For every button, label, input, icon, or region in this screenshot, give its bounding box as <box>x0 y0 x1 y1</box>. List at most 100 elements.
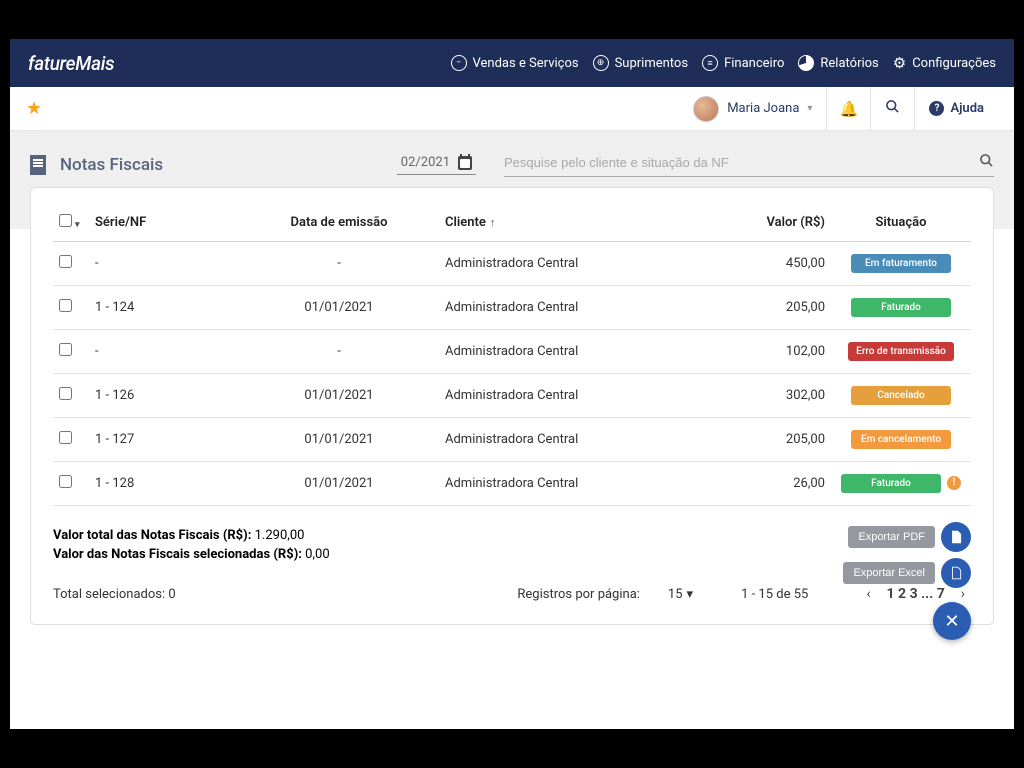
cell-status: Em cancelamento <box>831 418 971 462</box>
close-fab[interactable]: ✕ <box>933 602 971 640</box>
pdf-file-icon[interactable] <box>941 522 971 552</box>
avatar <box>693 96 719 122</box>
cell-data: 01/01/2021 <box>239 374 439 418</box>
cell-serie: 1 - 128 <box>89 462 239 506</box>
second-bar: ★ Maria Joana ▾ 🔔 ? Ajuda <box>10 87 1014 131</box>
col-situacao[interactable]: Situação <box>831 204 971 242</box>
cell-valor: 205,00 <box>711 418 831 462</box>
invoice-card: ▾ Série/NF Data de emissão Cliente↑ Valo… <box>30 187 994 625</box>
export-excel-button[interactable]: Exportar Excel <box>843 562 935 584</box>
cell-valor: 302,00 <box>711 374 831 418</box>
status-badge: Em cancelamento <box>851 430 951 449</box>
nav-financeiro[interactable]: ≡ Financeiro <box>702 55 784 71</box>
cell-valor: 205,00 <box>711 286 831 330</box>
export-pdf-button[interactable]: Exportar PDF <box>848 526 935 548</box>
nav-suprimentos[interactable]: ⊕ Suprimentos <box>593 55 688 71</box>
notifications-button[interactable]: 🔔 <box>826 87 870 131</box>
gear-icon: ⚙ <box>893 54 906 72</box>
table-row: 1 - 12401/01/2021Administradora Central2… <box>53 286 971 330</box>
row-checkbox[interactable] <box>59 255 72 268</box>
minus-circle-icon: − <box>451 55 467 71</box>
cell-data: 01/01/2021 <box>239 418 439 462</box>
cell-valor: 450,00 <box>711 242 831 286</box>
status-badge: Em faturamento <box>851 254 951 273</box>
cell-cliente: Administradora Central <box>439 418 711 462</box>
page-title: Notas Fiscais <box>60 155 163 175</box>
sort-asc-icon: ↑ <box>490 216 496 229</box>
bell-icon: 🔔 <box>840 100 859 118</box>
excel-file-icon[interactable] <box>941 558 971 588</box>
brand-logo: fatureMais <box>28 52 114 75</box>
chevron-down-icon[interactable]: ▾ <box>75 220 80 230</box>
pager-row: Total selecionados: 0 Registros por pági… <box>53 584 971 604</box>
export-column: Exportar PDF Exportar Excel ✕ <box>843 522 971 640</box>
cell-status: Cancelado <box>831 374 971 418</box>
cell-serie: 1 - 124 <box>89 286 239 330</box>
cell-serie: - <box>89 242 239 286</box>
document-icon <box>30 155 46 175</box>
date-value: 02/2021 <box>401 155 450 170</box>
cell-cliente: Administradora Central <box>439 242 711 286</box>
row-checkbox[interactable] <box>59 299 72 312</box>
chevron-down-icon: ▾ <box>687 587 694 602</box>
select-all-checkbox[interactable] <box>59 214 72 227</box>
warning-icon[interactable]: ! <box>947 476 961 490</box>
rpp-select[interactable]: 15 ▾ <box>668 587 693 602</box>
invoice-table: ▾ Série/NF Data de emissão Cliente↑ Valo… <box>53 204 971 506</box>
nav-label: Relatórios <box>820 56 878 71</box>
total-selected-nf: Valor das Notas Fiscais selecionadas (R$… <box>53 547 971 562</box>
total-nf: Valor total das Notas Fiscais (R$): 1.29… <box>53 528 971 543</box>
search-icon <box>885 99 900 118</box>
row-checkbox[interactable] <box>59 475 72 488</box>
pie-chart-icon <box>798 55 814 71</box>
nav-items: − Vendas e Serviços ⊕ Suprimentos ≡ Fina… <box>451 54 996 72</box>
status-badge: Faturado <box>851 298 951 317</box>
question-circle-icon: ? <box>929 101 944 116</box>
search-icon[interactable] <box>979 153 994 172</box>
col-cliente[interactable]: Cliente↑ <box>439 204 711 242</box>
nav-label: Suprimentos <box>615 56 688 71</box>
status-badge: Faturado <box>841 474 941 493</box>
cell-cliente: Administradora Central <box>439 330 711 374</box>
table-row: --Administradora Central102,00Erro de tr… <box>53 330 971 374</box>
help-button[interactable]: ? Ajuda <box>914 87 998 131</box>
selected-count: Total selecionados: 0 <box>53 587 176 602</box>
nav-vendas[interactable]: − Vendas e Serviços <box>451 55 579 71</box>
col-data[interactable]: Data de emissão <box>239 204 439 242</box>
cell-data: - <box>239 330 439 374</box>
table-row: --Administradora Central450,00Em faturam… <box>53 242 971 286</box>
chevron-down-icon: ▾ <box>807 103 812 114</box>
col-serie[interactable]: Série/NF <box>89 204 239 242</box>
table-row: 1 - 12701/01/2021Administradora Central2… <box>53 418 971 462</box>
cell-cliente: Administradora Central <box>439 286 711 330</box>
status-badge: Cancelado <box>851 386 951 405</box>
row-checkbox[interactable] <box>59 431 72 444</box>
user-menu[interactable]: Maria Joana ▾ <box>679 87 826 131</box>
search-field <box>504 153 994 177</box>
nav-configuracoes[interactable]: ⚙ Configurações <box>893 54 996 72</box>
search-button[interactable] <box>870 87 914 131</box>
col-valor[interactable]: Valor (R$) <box>711 204 831 242</box>
cell-serie: - <box>89 330 239 374</box>
nav-relatorios[interactable]: Relatórios <box>798 55 878 71</box>
card-footer: Exportar PDF Exportar Excel ✕ Valor tota… <box>53 528 971 604</box>
cell-status: Faturado! <box>831 462 971 506</box>
globe-icon: ⊕ <box>593 55 609 71</box>
cell-serie: 1 - 126 <box>89 374 239 418</box>
nav-label: Vendas e Serviços <box>473 56 579 71</box>
cell-cliente: Administradora Central <box>439 462 711 506</box>
cell-valor: 26,00 <box>711 462 831 506</box>
page-range: 1 - 15 de 55 <box>741 587 808 602</box>
date-filter[interactable]: 02/2021 <box>397 155 476 175</box>
calendar-icon <box>458 156 472 170</box>
cell-serie: 1 - 127 <box>89 418 239 462</box>
row-checkbox[interactable] <box>59 343 72 356</box>
username: Maria Joana <box>727 101 799 116</box>
cell-status: Erro de transmissão <box>831 330 971 374</box>
nav-label: Financeiro <box>724 56 784 71</box>
row-checkbox[interactable] <box>59 387 72 400</box>
brand-name: fatureMais <box>28 52 114 75</box>
search-input[interactable] <box>504 155 971 170</box>
table-row: 1 - 12601/01/2021Administradora Central3… <box>53 374 971 418</box>
star-icon[interactable]: ★ <box>26 98 42 119</box>
